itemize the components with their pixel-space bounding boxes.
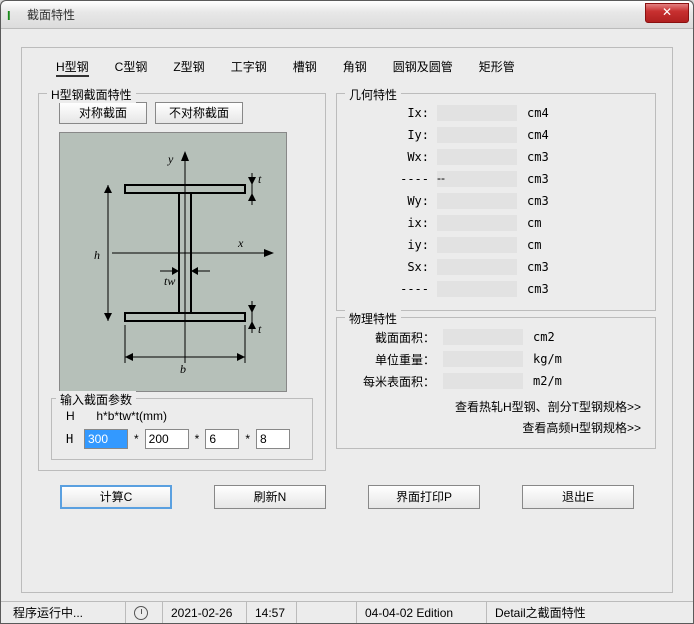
geom-label: Sx: [347,260,437,274]
geom-unit: cm4 [517,106,549,120]
tab-rect[interactable]: 矩形管 [479,58,515,77]
tab-channel[interactable]: 槽钢 [293,58,317,77]
section-diagram: y x [59,132,287,392]
geom-label: Wx: [347,150,437,164]
geom-label: ix: [347,216,437,230]
status-spacer [296,602,356,623]
params-group: 输入截面参数 H h*b*tw*t(mm) H * * [51,398,313,460]
phys-value [443,373,523,389]
phys-value [443,329,523,345]
diagram-b-label: b [180,362,186,376]
exit-button[interactable]: 退出E [522,485,634,509]
params-hint-prefix: H [66,409,75,423]
geom-label: iy: [347,238,437,252]
tab-c-steel[interactable]: C型钢 [115,58,148,77]
tab-strip: H型钢 C型钢 Z型钢 工字钢 槽钢 角钢 圆钢及圆管 矩形管 [38,56,656,87]
phys-unit: m2/m [523,374,562,388]
diagram-t-bot-label: t [258,322,262,336]
tab-i-steel[interactable]: 工字钢 [231,58,267,77]
star-icon: * [193,432,202,446]
param-h-input[interactable] [84,429,128,449]
asymmetric-button[interactable]: 不对称截面 [155,102,243,124]
geom-value [437,281,517,297]
status-time: 14:57 [246,602,296,623]
params-legend: 输入截面参数 [56,391,136,408]
geometry-legend: 几何特性 [345,86,401,103]
geom-label: ---- [347,172,437,186]
geom-value [437,215,517,231]
status-date: 2021-02-26 [162,602,246,623]
geom-unit: cm3 [517,172,549,186]
tab-angle[interactable]: 角钢 [343,58,367,77]
geom-label: ---- [347,282,437,296]
physical-group: 物理特性 截面面积： cm2单位重量： kg/m每米表面积： m2/m 查看热轧… [336,317,656,449]
physical-legend: 物理特性 [345,310,401,327]
geom-value [437,237,517,253]
tab-h-steel[interactable]: H型钢 [56,58,89,77]
h-section-legend: H型钢截面特性 [47,86,136,103]
geom-unit: cm3 [517,260,549,274]
h-section-group: H型钢截面特性 对称截面 不对称截面 y [38,93,326,471]
status-edition: 04-04-02 Edition [356,602,486,623]
geom-unit: cm3 [517,194,549,208]
geom-unit: cm3 [517,282,549,296]
star-icon: * [132,432,141,446]
geometry-group: 几何特性 Ix: cm4Iy: cm4Wx: cm3---- -- cm3Wy:… [336,93,656,311]
phys-unit: cm2 [523,330,555,344]
geom-label: Wy: [347,194,437,208]
phys-label: 每米表面积： [347,373,443,390]
geom-unit: cm [517,238,541,252]
diagram-x-label: x [237,236,244,250]
status-detail: Detail之截面特性 [486,602,689,623]
geom-unit: cm3 [517,150,549,164]
geom-value: -- [437,171,517,187]
phys-value [443,351,523,367]
close-button[interactable]: ✕ [645,3,689,23]
geom-unit: cm4 [517,128,549,142]
tab-round[interactable]: 圆钢及圆管 [393,58,453,77]
phys-label: 单位重量： [347,351,443,368]
geom-value [437,259,517,275]
geom-value [437,105,517,121]
calc-button[interactable]: 计算C [60,485,172,509]
param-b-input[interactable] [145,429,189,449]
diagram-h-label: h [94,248,100,262]
close-icon: ✕ [662,5,672,19]
link-highfreq-spec[interactable]: 查看高频H型钢规格>> [347,417,641,438]
window-title: 截面特性 [27,6,75,23]
diagram-t-top-label: t [258,172,262,186]
statusbar: 程序运行中... 2021-02-26 14:57 04-04-02 Editi… [1,601,693,623]
diagram-y-label: y [167,152,174,166]
titlebar: I 截面特性 ✕ [1,1,693,29]
status-running: 程序运行中... [5,602,125,623]
param-t-input[interactable] [256,429,290,449]
symmetric-button[interactable]: 对称截面 [59,102,147,124]
clock-icon [134,606,148,620]
refresh-button[interactable]: 刷新N [214,485,326,509]
geom-value [437,127,517,143]
geom-unit: cm [517,216,541,230]
phys-unit: kg/m [523,352,562,366]
geom-value [437,193,517,209]
diagram-tw-label: tw [164,274,175,288]
print-button[interactable]: 界面打印P [368,485,480,509]
params-row-prefix: H [66,432,80,446]
tab-z-steel[interactable]: Z型钢 [173,58,204,77]
params-hint: h*b*tw*t(mm) [96,409,167,423]
link-hotrolled-spec[interactable]: 查看热轧H型钢、剖分T型钢规格>> [347,396,641,417]
geom-label: Iy: [347,128,437,142]
app-icon: I [7,8,21,22]
phys-label: 截面面积： [347,329,443,346]
geom-value [437,149,517,165]
param-tw-input[interactable] [205,429,239,449]
geom-label: Ix: [347,106,437,120]
star-icon: * [243,432,252,446]
